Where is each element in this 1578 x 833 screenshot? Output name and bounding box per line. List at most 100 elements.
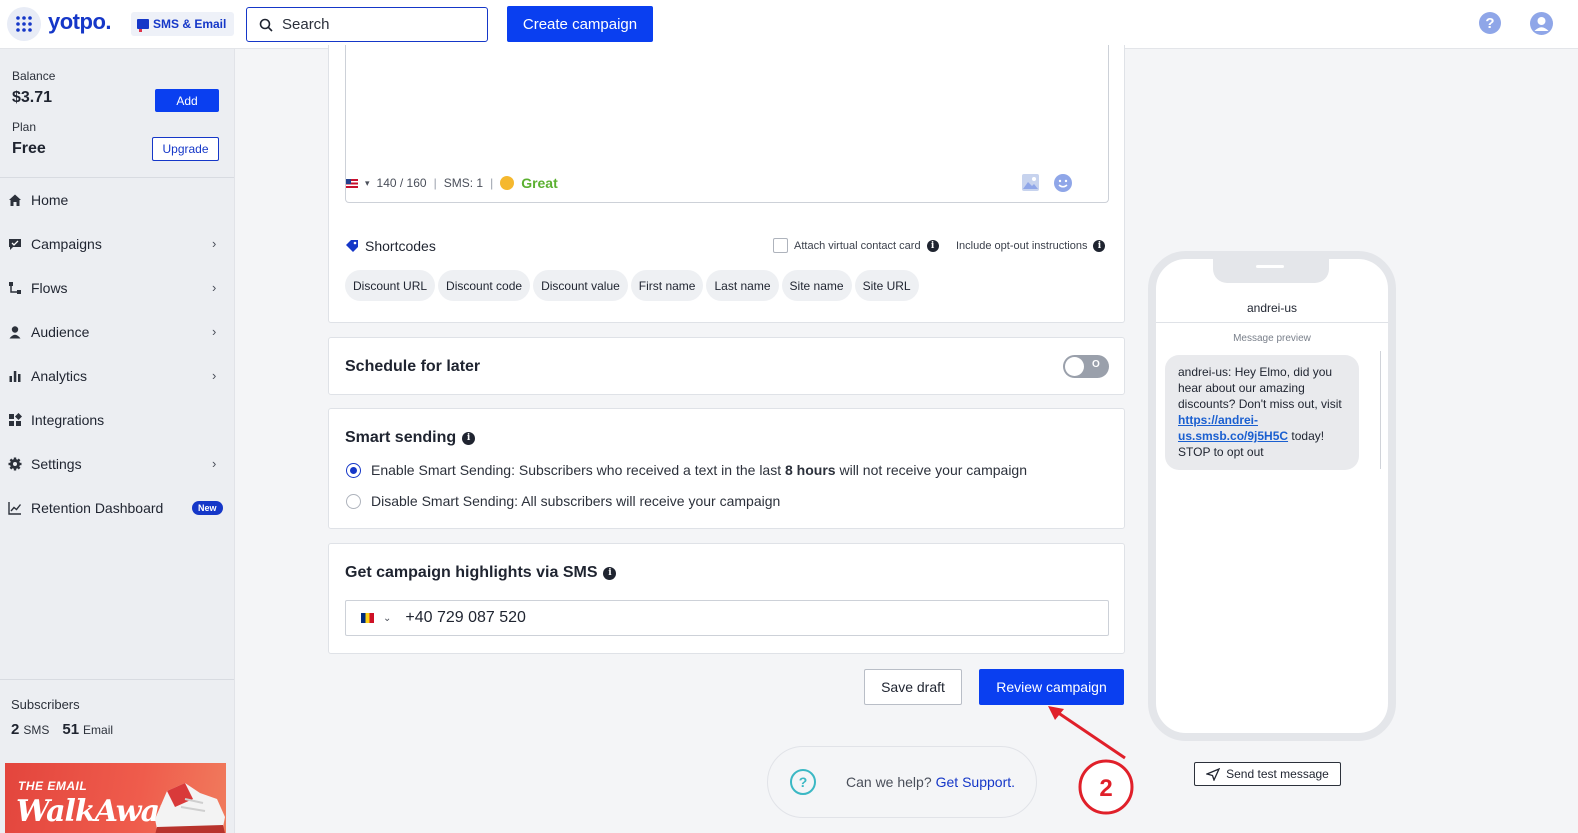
sms-unit: SMS <box>23 723 50 737</box>
send-test-message-button[interactable]: Send test message <box>1194 762 1341 786</box>
user-avatar-icon[interactable] <box>1530 12 1553 35</box>
upgrade-button[interactable]: Upgrade <box>152 137 219 161</box>
sneaker-image <box>155 783 225 833</box>
toggle-state: O <box>1092 359 1100 370</box>
info-icon[interactable]: i <box>603 566 617 580</box>
retention-icon <box>8 502 22 515</box>
sidebar-item-settings[interactable]: Settings › <box>0 442 234 486</box>
info-icon[interactable]: i <box>926 239 939 252</box>
schedule-toggle[interactable]: O <box>1063 355 1109 378</box>
annotation-arrow <box>1053 708 1126 760</box>
disable-smart-sending-radio[interactable] <box>346 493 361 509</box>
subscribers-label: Subscribers <box>11 697 80 712</box>
help-icon[interactable]: ? <box>1479 12 1501 34</box>
annotation-number: 2 <box>1099 775 1112 802</box>
chevron-down-icon[interactable]: ▾ <box>365 178 370 189</box>
sidebar-item-retention-dashboard[interactable]: Retention Dashboard New <box>0 486 234 530</box>
emoji-picker-icon[interactable] <box>1053 173 1073 193</box>
chevron-right-icon: › <box>212 368 217 383</box>
settings-icon <box>8 457 22 471</box>
disable-smart-sending-option[interactable]: Disable Smart Sending: All subscribers w… <box>346 493 780 509</box>
grid-icon <box>16 16 32 32</box>
enable-smart-sending-option[interactable]: Enable Smart Sending: Subscribers who re… <box>346 462 1027 478</box>
send-test-label: Send test message <box>1226 767 1329 781</box>
schedule-title: Schedule for later <box>345 358 481 375</box>
product-label: SMS & Email <box>153 17 227 31</box>
highlights-title: Get campaign highlights via SMS <box>345 564 598 581</box>
sidebar-nav: Home Campaigns › Flows › Audience › Anal… <box>0 178 234 530</box>
phone-number-input[interactable] <box>405 609 1006 627</box>
subscribers-counts: 2 SMS 51 Email <box>11 721 122 738</box>
message-card: ▾ 140 / 160 | SMS: 1 | Great Shortcodes … <box>328 45 1125 323</box>
plan-value: Free <box>12 140 46 157</box>
save-draft-button[interactable]: Save draft <box>864 669 962 705</box>
chevron-right-icon: › <box>212 456 217 471</box>
promo-banner[interactable]: THE EMAIL WalkAway <box>5 763 226 833</box>
sidebar-item-flows[interactable]: Flows › <box>0 266 234 310</box>
product-switcher[interactable]: SMS & Email <box>131 12 235 36</box>
image-icon[interactable] <box>1021 173 1040 192</box>
sidebar-item-audience[interactable]: Audience › <box>0 310 234 354</box>
romania-flag-icon[interactable] <box>361 613 374 623</box>
balance-label: Balance <box>12 69 56 83</box>
sidebar-item-label: Settings <box>31 456 82 472</box>
chevron-right-icon: › <box>212 236 217 251</box>
yotpo-logo[interactable]: yotpo. <box>48 9 112 35</box>
smart-sending-card: Smart sending i Enable Smart Sending: Su… <box>328 408 1125 529</box>
preview-scrollbar[interactable] <box>1380 351 1381 469</box>
support-question: Can we help? <box>846 774 932 790</box>
chevron-right-icon: › <box>212 324 217 339</box>
email-subscriber-count: 51 <box>62 721 80 738</box>
question-icon: ? <box>790 769 816 795</box>
info-icon[interactable]: i <box>1093 240 1106 252</box>
search-box[interactable] <box>246 7 488 42</box>
search-icon <box>259 18 273 32</box>
attach-vcard-checkbox[interactable] <box>773 238 788 253</box>
get-support-link[interactable]: Get Support. <box>936 774 1015 790</box>
shortcode-chip[interactable]: Discount value <box>533 270 628 301</box>
us-flag-icon[interactable] <box>346 178 358 188</box>
flows-icon <box>9 282 21 294</box>
email-unit: Email <box>83 723 114 737</box>
shortcode-chip[interactable]: Discount URL <box>345 270 436 301</box>
enable-smart-sending-radio[interactable] <box>346 462 361 478</box>
shortcode-chip[interactable]: Site URL <box>854 270 919 301</box>
sms-flag-icon <box>137 19 149 32</box>
sidebar-item-label: Audience <box>31 324 90 340</box>
message-link[interactable]: https://andrei-us.smsb.co/9j5H5C <box>1178 413 1288 443</box>
shortcodes-label: Shortcodes <box>365 238 436 254</box>
disable-smart-sending-label: Disable Smart Sending: All subscribers w… <box>371 493 781 509</box>
annotation-arrowhead <box>1048 706 1064 720</box>
preview-divider <box>1156 322 1388 323</box>
shortcode-chip[interactable]: Discount code <box>438 270 531 301</box>
integrations-icon <box>9 413 22 426</box>
phone-preview: andrei-us Message preview andrei-us: Hey… <box>1148 251 1396 741</box>
sidebar-item-home[interactable]: Home <box>0 178 234 222</box>
sidebar-item-label: Flows <box>31 280 68 296</box>
attach-vcard-option[interactable]: Attach virtual contact card i <box>773 238 939 253</box>
chevron-down-icon[interactable]: ⌄ <box>383 613 391 624</box>
sidebar-item-integrations[interactable]: Integrations <box>0 398 234 442</box>
sidebar-item-campaigns[interactable]: Campaigns › <box>0 222 234 266</box>
audience-icon <box>9 326 21 339</box>
add-balance-button[interactable]: Add <box>155 89 219 112</box>
shortcode-chip[interactable]: First name <box>630 270 704 301</box>
preview-sender: andrei-us <box>1246 301 1298 315</box>
phone-number-field[interactable]: ⌄ <box>345 600 1109 636</box>
shortcode-chip[interactable]: Last name <box>706 270 779 301</box>
campaign-highlights-card: Get campaign highlights via SMS i ⌄ <box>328 543 1125 654</box>
divider: | <box>433 176 437 190</box>
sidebar-item-label: Integrations <box>31 412 105 428</box>
info-icon[interactable]: i <box>462 431 476 445</box>
app-grid-button[interactable] <box>7 7 41 41</box>
campaigns-icon <box>9 239 21 250</box>
balance-value: $3.71 <box>12 89 53 106</box>
create-campaign-button[interactable]: Create campaign <box>507 6 653 42</box>
sidebar-item-analytics[interactable]: Analytics › <box>0 354 234 398</box>
shortcode-chip[interactable]: Site name <box>781 270 852 301</box>
opt-out-option[interactable]: Include opt-out instructions i <box>956 240 1106 252</box>
search-input[interactable] <box>282 16 472 33</box>
highlights-heading: Get campaign highlights via SMS i <box>345 564 617 582</box>
sms-subscriber-count: 2 <box>11 721 20 738</box>
step-annotation: 2 <box>1048 706 1134 815</box>
